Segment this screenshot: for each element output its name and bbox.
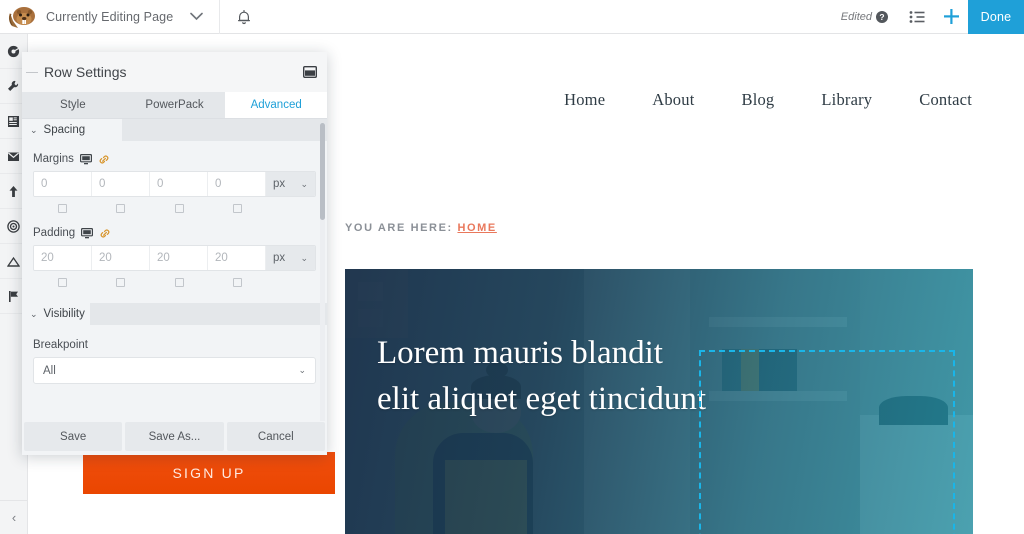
margins-unit-value: px <box>273 178 286 190</box>
padding-side-icons <box>33 278 316 287</box>
margin-bottom-input[interactable]: 0 <box>150 172 208 196</box>
chevron-down-icon: ⌄ <box>300 178 308 189</box>
chevron-down-icon: ⌄ <box>30 124 38 135</box>
topbar-actions: Edited ? Done <box>841 0 1024 34</box>
drag-handle-icon[interactable] <box>22 52 39 92</box>
padding-top-icon[interactable] <box>33 278 92 287</box>
signup-button[interactable]: SIGN UP <box>83 452 335 494</box>
cancel-button[interactable]: Cancel <box>226 422 325 451</box>
chevron-down-icon[interactable] <box>173 0 219 34</box>
desktop-icon[interactable] <box>81 227 94 239</box>
link-icon[interactable] <box>98 154 110 165</box>
row-settings-panel: Row Settings Style PowerPack Advanced ⌄ … <box>22 52 328 455</box>
bell-icon[interactable] <box>219 0 267 34</box>
breadcrumb-prefix: YOU ARE HERE: <box>345 222 453 234</box>
padding-inputs: 20 20 20 20 px ⌄ <box>33 245 316 271</box>
padding-left-icon[interactable] <box>209 278 268 287</box>
padding-field-group: Padding 20 20 20 20 px ⌄ <box>22 215 327 289</box>
tab-advanced[interactable]: Advanced <box>225 92 328 118</box>
edited-label: Edited <box>840 10 872 23</box>
margins-field-group: Margins 0 0 0 0 px ⌄ <box>22 141 327 215</box>
editor-screen: Currently Editing Page Edited ? Done Hom… <box>0 0 1024 534</box>
breadcrumb-link-home[interactable]: HOME <box>457 222 496 234</box>
margin-top-input[interactable]: 0 <box>34 172 92 196</box>
breakpoint-value: All <box>43 364 56 377</box>
margins-label-row: Margins <box>22 141 327 171</box>
plus-icon[interactable] <box>934 0 968 34</box>
padding-top-input[interactable]: 20 <box>34 246 92 270</box>
desktop-icon[interactable] <box>79 153 92 165</box>
site-nav-item-library[interactable]: Library <box>821 90 872 110</box>
site-nav-item-blog[interactable]: Blog <box>741 90 774 110</box>
margin-top-icon[interactable] <box>33 204 92 213</box>
panel-title: Row Settings <box>44 64 127 80</box>
chevron-down-icon: ⌄ <box>30 308 38 319</box>
site-nav-item-contact[interactable]: Contact <box>919 90 972 110</box>
section-visibility-header[interactable]: ⌄ Visibility <box>22 303 327 325</box>
beaver-logo-icon[interactable] <box>0 0 40 34</box>
panel-tabs: Style PowerPack Advanced <box>22 92 328 119</box>
link-icon[interactable] <box>99 228 111 239</box>
panel-body: ⌄ Spacing Margins 0 0 0 0 px ⌄ Padding 2… <box>22 119 327 421</box>
tab-style[interactable]: Style <box>22 92 124 118</box>
margin-bottom-icon[interactable] <box>150 204 209 213</box>
breakpoint-select[interactable]: All ⌄ <box>33 357 316 384</box>
margins-label: Margins <box>33 153 74 165</box>
panel-footer: Save Save As... Cancel <box>22 421 327 455</box>
outline-list-icon[interactable] <box>900 0 934 34</box>
editor-top-bar: Currently Editing Page Edited ? Done <box>0 0 1024 34</box>
panel-scrollbar[interactable] <box>320 123 325 421</box>
site-nav-item-home[interactable]: Home <box>564 90 605 110</box>
margin-right-input[interactable]: 0 <box>92 172 150 196</box>
padding-bottom-icon[interactable] <box>150 278 209 287</box>
padding-bottom-input[interactable]: 20 <box>150 246 208 270</box>
done-button[interactable]: Done <box>968 0 1024 34</box>
margin-left-icon[interactable] <box>209 204 268 213</box>
site-nav-item-about[interactable]: About <box>652 90 694 110</box>
help-question-icon[interactable]: ? <box>876 10 888 23</box>
breadcrumb: YOU ARE HERE: HOME <box>345 222 497 234</box>
padding-right-input[interactable]: 20 <box>92 246 150 270</box>
margin-left-input[interactable]: 0 <box>208 172 266 196</box>
padding-unit-value: px <box>273 252 286 264</box>
margins-unit-select[interactable]: px ⌄ <box>266 172 315 196</box>
padding-label: Padding <box>33 227 76 239</box>
padding-right-icon[interactable] <box>92 278 151 287</box>
edited-status: Edited ? <box>840 10 900 23</box>
sidebar-collapse-button[interactable]: ‹ <box>0 500 28 534</box>
save-button[interactable]: Save <box>24 422 123 451</box>
padding-unit-select[interactable]: px ⌄ <box>266 246 315 270</box>
editing-page-title: Currently Editing Page <box>46 9 174 24</box>
hero-heading[interactable]: Lorem mauris blandit elit aliquet eget t… <box>377 331 707 422</box>
padding-left-input[interactable]: 20 <box>208 246 266 270</box>
padding-label-row: Padding <box>22 215 327 245</box>
margins-side-icons <box>33 204 316 213</box>
hero-row[interactable]: Lorem mauris blandit elit aliquet eget t… <box>345 269 973 534</box>
breakpoint-label: Breakpoint <box>33 339 88 351</box>
chevron-down-icon: ⌄ <box>298 365 306 375</box>
section-spacing-label: Spacing <box>43 124 86 136</box>
tab-powerpack[interactable]: PowerPack <box>123 92 226 118</box>
panel-header: Row Settings <box>22 52 327 92</box>
margins-inputs: 0 0 0 0 px ⌄ <box>33 171 316 197</box>
margin-right-icon[interactable] <box>92 204 151 213</box>
chevron-down-icon: ⌄ <box>300 252 308 263</box>
section-spacing-header[interactable]: ⌄ Spacing <box>22 119 327 141</box>
section-visibility-label: Visibility <box>43 308 85 320</box>
save-as-button[interactable]: Save As... <box>125 422 224 451</box>
dock-window-icon[interactable] <box>302 65 318 79</box>
